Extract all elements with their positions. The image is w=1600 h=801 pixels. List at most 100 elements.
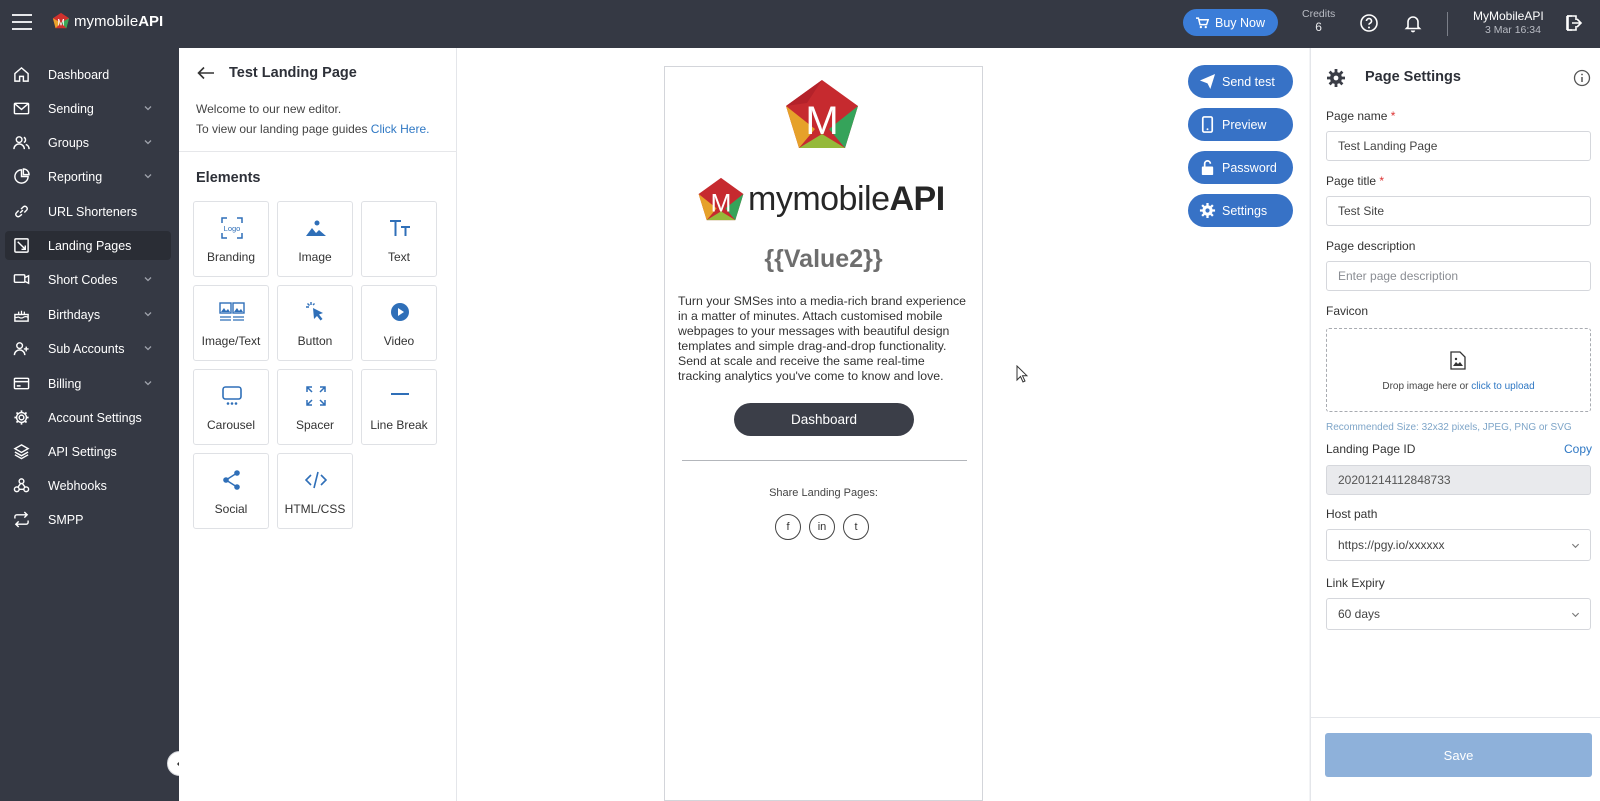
preview-heading: {{Value2}} [764,245,883,273]
element-text[interactable]: Text [361,201,437,277]
element-line-break[interactable]: Line Break [361,369,437,445]
element-carousel[interactable]: Carousel [193,369,269,445]
sidebar-item-api-settings[interactable]: API Settings [5,437,171,466]
back-arrow-icon[interactable] [197,66,215,80]
paper-plane-icon [1199,73,1216,90]
short-code-icon [13,274,30,285]
chevron-down-icon [144,140,152,145]
svg-text:M: M [57,18,65,28]
layers-icon [13,444,30,460]
page-title-input[interactable] [1326,196,1591,226]
landing-page-icon [14,238,29,253]
page-name-label: Page name * [1326,109,1396,123]
image-icon [306,220,326,236]
sidebar-item-webhooks[interactable]: Webhooks [5,471,171,500]
sidebar-item-landing-pages[interactable]: Landing Pages [5,231,171,260]
send-test-button[interactable]: Send test [1188,65,1293,98]
play-icon [391,303,409,321]
preview-button[interactable]: Preview [1188,108,1293,141]
svg-text:Logo: Logo [224,224,241,233]
password-button[interactable]: Password [1188,151,1293,184]
line-icon [391,393,409,395]
brand-logo[interactable]: M mymobileAPI [52,12,163,30]
mobile-icon [1201,116,1214,133]
gear-icon [14,410,29,425]
copy-id-link[interactable]: Copy [1564,442,1592,456]
m-logo-icon: M [698,177,744,221]
sidebar-item-birthdays[interactable]: Birthdays [5,300,171,329]
image-file-icon [1450,351,1466,370]
sidebar-item-billing[interactable]: Billing [5,369,171,398]
preview-dashboard-button[interactable]: Dashboard [734,403,914,436]
favicon-dropzone[interactable]: Drop image here or click to upload [1326,328,1591,412]
sidebar-item-smpp[interactable]: SMPP [5,505,171,534]
facebook-icon[interactable]: f [775,514,801,540]
pointer-click-icon [306,302,323,321]
sidebar-item-groups[interactable]: Groups [5,128,171,157]
webhook-icon [13,478,30,493]
guides-link[interactable]: Click Here. [371,122,430,136]
sidebar-item-reporting[interactable]: Reporting [5,162,171,191]
welcome-text: Welcome to our new editor. To view our l… [196,102,430,136]
cake-icon [14,310,29,322]
bell-icon[interactable] [1403,13,1423,33]
page-title-label: Page title * [1326,174,1385,188]
gear-icon [1199,202,1216,219]
page-name-input[interactable] [1326,131,1591,161]
element-social[interactable]: Social [193,453,269,529]
info-icon[interactable] [1573,69,1591,87]
twitter-icon[interactable]: t [843,514,869,540]
help-icon[interactable] [1359,13,1379,33]
upload-link[interactable]: click to upload [1471,381,1534,392]
settings-title: Page Settings [1365,69,1461,85]
settings-button[interactable]: Settings [1188,194,1293,227]
sidebar-item-short-codes[interactable]: Short Codes [5,265,171,294]
page-description-input[interactable] [1326,261,1591,291]
sidebar-item-dashboard[interactable]: Dashboard [5,60,171,89]
element-image-text[interactable]: Image/Text [193,285,269,361]
favicon-hint: Recommended Size: 32x32 pixels, JPEG, PN… [1326,422,1572,433]
linkedin-icon[interactable]: in [809,514,835,540]
element-image[interactable]: Image [277,201,353,277]
elements-panel: Test Landing Page Welcome to our new edi… [179,48,457,801]
chevron-down-icon [144,106,152,111]
element-video[interactable]: Video [361,285,437,361]
account-name: MyMobileAPI [1473,9,1544,23]
save-button[interactable]: Save [1325,733,1592,777]
sidebar-item-sending[interactable]: Sending [5,94,171,123]
element-button[interactable]: Button [277,285,353,361]
sidebar-item-account-settings[interactable]: Account Settings [5,403,171,432]
users-icon [13,136,30,150]
element-branding[interactable]: Logo Branding [193,201,269,277]
account-info[interactable]: MyMobileAPI 3 Mar 16:34 [1473,9,1544,37]
page-title: Test Landing Page [229,65,357,81]
sidebar-item-sub-accounts[interactable]: Sub Accounts [5,334,171,363]
chevron-down-icon [1571,543,1580,549]
landing-page-preview: M M mymobileAPI {{Value2}} Turn your SMS… [664,66,983,801]
buy-now-button[interactable]: Buy Now [1183,9,1278,36]
cart-icon [1195,16,1209,28]
code-icon [305,471,327,489]
chevron-down-icon [144,381,152,386]
brand-wordmark-text: mymobileAPI [748,179,945,218]
host-path-label: Host path [1326,507,1378,521]
host-path-select[interactable]: https://pgy.io/xxxxxx [1326,529,1591,561]
preview-divider [682,460,967,461]
credits-display: Credits 6 [1302,8,1335,34]
mail-icon [13,102,30,115]
link-expiry-label: Link Expiry [1326,576,1385,590]
link-expiry-select[interactable]: 60 days [1326,598,1591,630]
logout-icon[interactable] [1564,13,1584,33]
sidebar-item-url-shorteners[interactable]: URL Shorteners [5,197,171,226]
topbar-divider [1447,12,1448,36]
hamburger-menu-icon[interactable] [12,14,32,32]
text-icon [390,220,410,236]
sidebar: Dashboard Sending Groups Reporting URL S… [0,48,179,801]
m-logo-icon: M [786,80,858,148]
chevron-down-icon [144,277,152,282]
carousel-icon [222,386,242,405]
m-logo-icon: M [52,12,70,29]
elements-heading: Elements [196,170,261,186]
element-html-css[interactable]: HTML/CSS [277,453,353,529]
element-spacer[interactable]: Spacer [277,369,353,445]
